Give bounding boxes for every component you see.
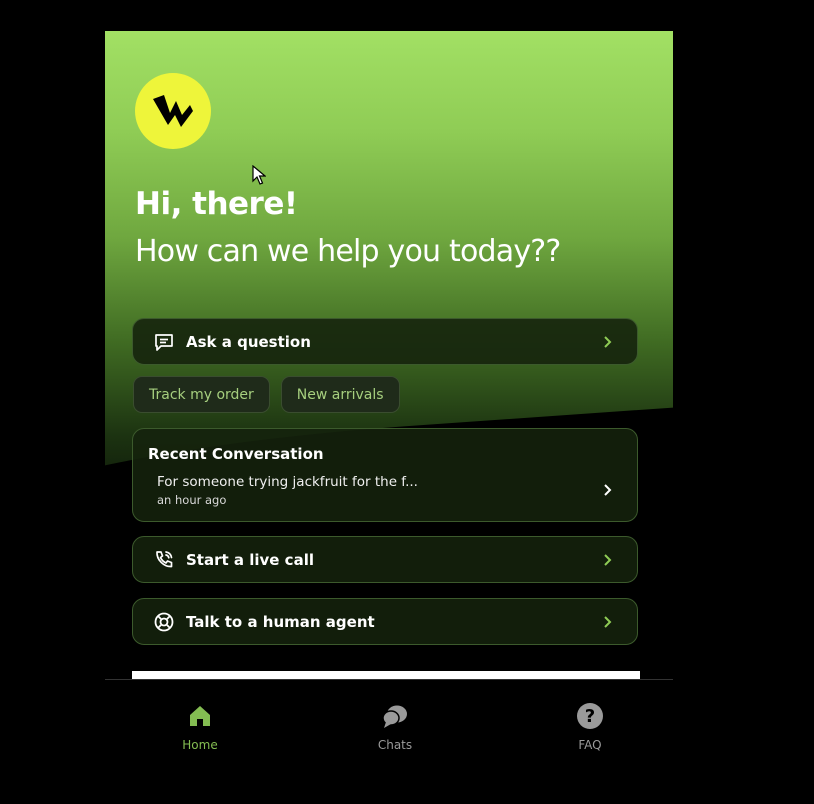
talk-to-agent-button[interactable]: Talk to a human agent [132, 598, 638, 645]
message-icon [152, 330, 176, 354]
chip-new-arrivals[interactable]: New arrivals [280, 376, 400, 413]
recent-conversation-card[interactable]: Recent Conversation For someone trying j… [132, 428, 638, 522]
talk-to-agent-label: Talk to a human agent [186, 612, 375, 631]
start-live-call-button[interactable]: Start a live call [132, 536, 638, 583]
chevron-right-icon [604, 615, 612, 628]
tab-home[interactable]: Home [150, 702, 250, 752]
tab-home-label: Home [182, 738, 218, 752]
ask-question-label: Ask a question [186, 332, 311, 351]
chat-widget: Hi, there! How can we help you today?? A… [105, 31, 673, 804]
recent-conversation-title: Recent Conversation [148, 445, 324, 463]
bottom-tab-bar: Home Chats ? FAQ [105, 679, 673, 804]
home-icon [150, 702, 250, 730]
ask-question-button[interactable]: Ask a question [132, 318, 638, 365]
lifebuoy-icon [152, 610, 176, 634]
tab-faq-label: FAQ [578, 738, 602, 752]
brand-logo-mark [153, 95, 193, 127]
chevron-right-icon [604, 335, 612, 348]
scroll-edge-bar [132, 671, 640, 679]
recent-conversation-preview: For someone trying jackfruit for the f..… [157, 474, 418, 490]
brand-logo [135, 73, 211, 149]
help-icon: ? [540, 702, 640, 730]
tab-chats[interactable]: Chats [345, 702, 445, 752]
chip-track-order[interactable]: Track my order [133, 376, 270, 413]
tab-faq[interactable]: ? FAQ [540, 702, 640, 752]
recent-conversation-time: an hour ago [157, 493, 227, 507]
mouse-cursor-icon [252, 165, 266, 185]
start-live-call-label: Start a live call [186, 550, 314, 569]
chevron-right-icon [604, 484, 612, 496]
svg-text:?: ? [585, 706, 595, 727]
greeting-subtitle: How can we help you today?? [135, 234, 561, 269]
quick-replies: Track my order New arrivals [133, 376, 400, 413]
phone-call-icon [152, 548, 176, 572]
chevron-right-icon [604, 553, 612, 566]
tab-chats-label: Chats [377, 738, 413, 752]
chats-icon [345, 702, 445, 730]
greeting-title: Hi, there! [135, 186, 298, 222]
